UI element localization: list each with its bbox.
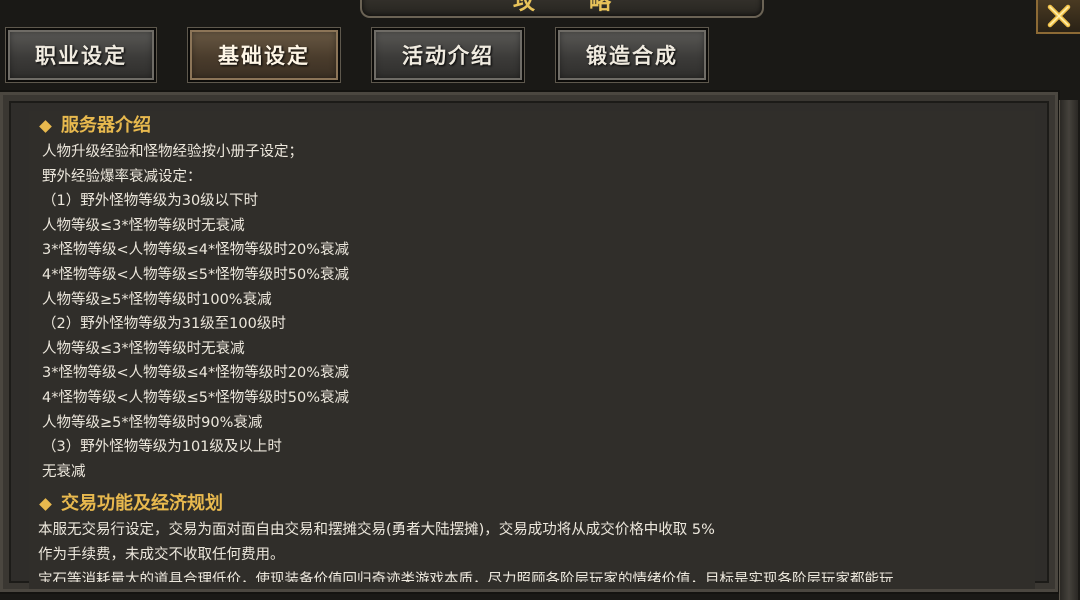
window-title: 攻略 (512, 0, 665, 15)
tab-label: 活动介绍 (402, 43, 494, 68)
scrollbar[interactable] (1059, 100, 1078, 600)
text-line: （3）野外怪物等级为101级及以上时 (42, 439, 282, 456)
close-button[interactable] (1036, 0, 1080, 34)
title-plaque: 攻略 (360, 0, 764, 18)
section-body-trade-economy: 本服无交易行设定，交易为面对面自由交易和摆摊交易(勇者大陆摆摊)，交易成功将从成… (38, 518, 1018, 581)
section-heading-trade-economy: 交易功能及经济规划 (38, 490, 1018, 518)
tab-label: 锻造合成 (586, 43, 678, 68)
text-line: 3*怪物等级<人物等级≤4*怪物等级时20%衰减 (42, 242, 349, 259)
tab-forge-synthesis[interactable]: 锻造合成 (555, 27, 709, 83)
section-heading-server-intro: 服务器介绍 (38, 112, 1018, 140)
text-line: 本服无交易行设定，交易为面对面自由交易和摆摊交易(勇者大陆摆摊)，交易成功将从成… (38, 522, 715, 539)
text-line: 人物升级经验和怪物经验按小册子设定； (42, 144, 303, 160)
section-body-server-intro: 人物升级经验和怪物经验按小册子设定； 野外经验爆率衰减设定： （1）野外怪物等级… (38, 140, 1018, 484)
text-line: 4*怪物等级<人物等级≤5*怪物等级时50%衰减 (42, 389, 349, 406)
tab-label: 基础设定 (218, 43, 310, 68)
text-line: 宝石等消耗量大的道具合理低价，使现装备价值回归奇迹类游戏本质，尽力照顾各阶层玩家… (38, 571, 894, 582)
text-line: （1）野外怪物等级为30级以下时 (42, 193, 259, 210)
tab-basic-settings[interactable]: 基础设定 (187, 27, 341, 83)
text-line: 无衰减 (42, 463, 86, 480)
tab-career-settings[interactable]: 职业设定 (5, 27, 157, 83)
text-line: 人物等级≤3*怪物等级时无衰减 (42, 340, 245, 357)
diamond-bullet-icon (39, 497, 52, 511)
text-line: 作为手续费，未成交不收取任何费用。 (38, 546, 285, 563)
guide-content[interactable]: 服务器介绍 人物升级经验和怪物经验按小册子设定； 野外经验爆率衰减设定： （1）… (38, 112, 1018, 582)
text-line: 野外经验爆率衰减设定： (42, 168, 202, 185)
text-line: 4*怪物等级<人物等级≤5*怪物等级时50%衰减 (42, 266, 349, 283)
close-icon (1047, 4, 1071, 28)
text-line: 3*怪物等级<人物等级≤4*怪物等级时20%衰减 (42, 365, 349, 382)
text-line: 人物等级≥5*怪物等级时100%衰减 (42, 291, 272, 308)
tab-label: 职业设定 (35, 43, 127, 68)
diamond-bullet-icon (39, 119, 52, 133)
text-line: 人物等级≤3*怪物等级时无衰减 (42, 217, 245, 234)
text-line: 人物等级≥5*怪物等级时90%衰减 (42, 414, 263, 431)
text-line: （2）野外怪物等级为31级至100级时 (42, 316, 286, 333)
tab-activity-intro[interactable]: 活动介绍 (371, 27, 525, 83)
